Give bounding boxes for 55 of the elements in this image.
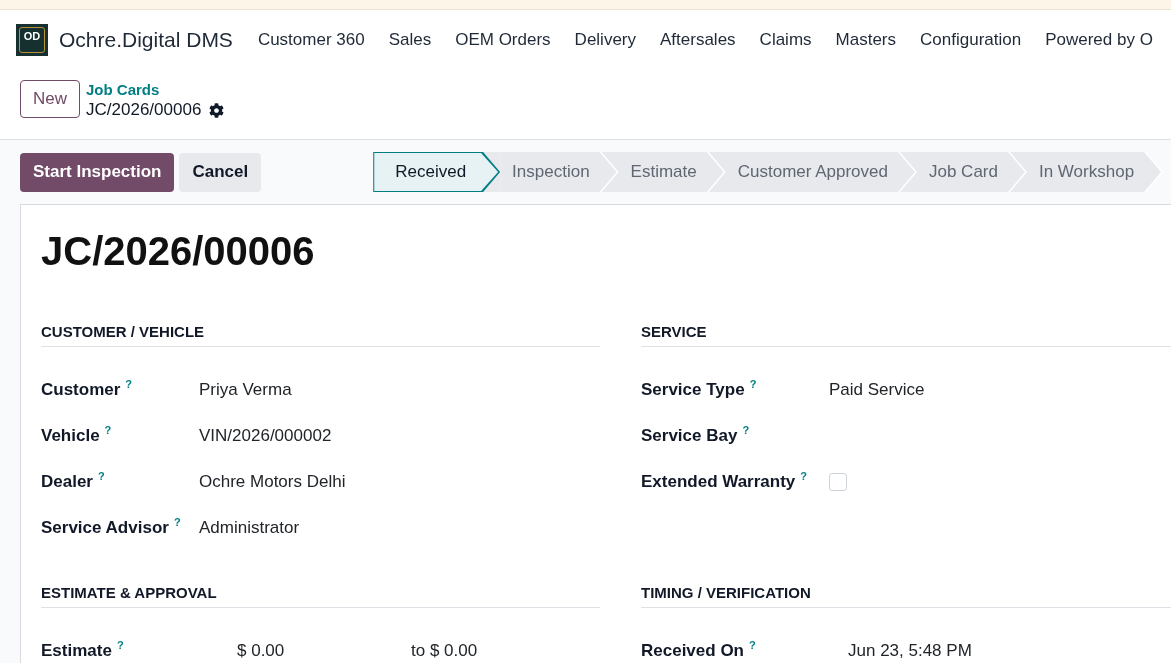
status-stage[interactable]: Customer Approved (725, 152, 917, 192)
cancel-button[interactable]: Cancel (179, 152, 262, 192)
help-tooltip-marker[interactable]: ? (116, 639, 124, 651)
new-button[interactable]: New (20, 80, 80, 118)
menu-item[interactable]: OEM Orders (443, 27, 563, 53)
menu-item[interactable]: Claims (747, 27, 824, 53)
field-value: Ochre Motors Delhi (199, 472, 346, 492)
field-value: Jun 23, 5:48 PM (848, 641, 972, 661)
section-heading: ESTIMATE & APPROVAL (41, 584, 217, 601)
field-value: Paid Service (829, 380, 925, 400)
checkbox[interactable] (829, 473, 847, 491)
menu-item[interactable]: Customer 360 (245, 27, 377, 53)
section-heading: CUSTOMER / VEHICLE (41, 323, 205, 340)
help-tooltip-marker[interactable]: ? (173, 516, 181, 528)
field-value: Administrator (199, 518, 300, 538)
field-label: Received On (641, 641, 744, 661)
status-stage[interactable]: Estimate (618, 152, 726, 192)
app-logo: OD (16, 24, 48, 56)
status-stage[interactable]: In Workshop (1026, 152, 1164, 192)
breadcrumb-link[interactable]: Job Cards (86, 80, 225, 99)
help-tooltip-marker[interactable]: ? (749, 378, 757, 390)
status-stage[interactable]: Job Card (917, 152, 1027, 192)
help-tooltip-marker[interactable]: ? (98, 470, 105, 482)
menu-item[interactable]: Aftersales (648, 27, 748, 53)
field-label: Vehicle (41, 426, 100, 446)
app-name[interactable]: Ochre.Digital DMS (59, 24, 233, 56)
menu-item[interactable]: Configuration (908, 27, 1034, 53)
menu-item[interactable]: Powered by O (1033, 27, 1165, 53)
section-heading: SERVICE (641, 323, 707, 340)
field-label: Service Advisor (41, 518, 169, 538)
start-inspection-button[interactable]: Start Inspection (20, 152, 175, 192)
field-label: Service Type (641, 380, 745, 400)
status-stage[interactable]: Received (373, 152, 501, 192)
breadcrumb-current: JC/2026/00006 (86, 99, 202, 121)
field-value: to $ 0.00 (411, 641, 478, 661)
field-label: Estimate (41, 641, 112, 661)
field-label: Dealer (41, 472, 93, 492)
section-heading: TIMING / VERIFICATION (641, 584, 811, 601)
field-label: Service Bay (641, 426, 738, 446)
field-value: Priya Verma (199, 380, 292, 400)
help-tooltip-marker[interactable]: ? (742, 424, 750, 436)
help-tooltip-marker[interactable]: ? (104, 424, 112, 436)
menu-item[interactable]: Masters (823, 27, 909, 53)
field-label: Customer (41, 380, 121, 400)
help-tooltip-marker[interactable]: ? (800, 470, 808, 482)
settings-icon[interactable] (209, 102, 225, 118)
help-tooltip-marker[interactable]: ? (125, 378, 133, 390)
help-tooltip-marker[interactable]: ? (749, 639, 756, 651)
status-stage[interactable]: Inspection (500, 152, 619, 192)
field-label: Extended Warranty (641, 472, 796, 492)
field-value: VIN/2026/000002 (199, 426, 332, 446)
field-value: $ 0.00 (237, 641, 286, 661)
record-title: JC/2026/00006 (41, 228, 316, 275)
menu-item[interactable]: Sales (376, 27, 444, 53)
menu-item[interactable]: Delivery (562, 27, 648, 53)
